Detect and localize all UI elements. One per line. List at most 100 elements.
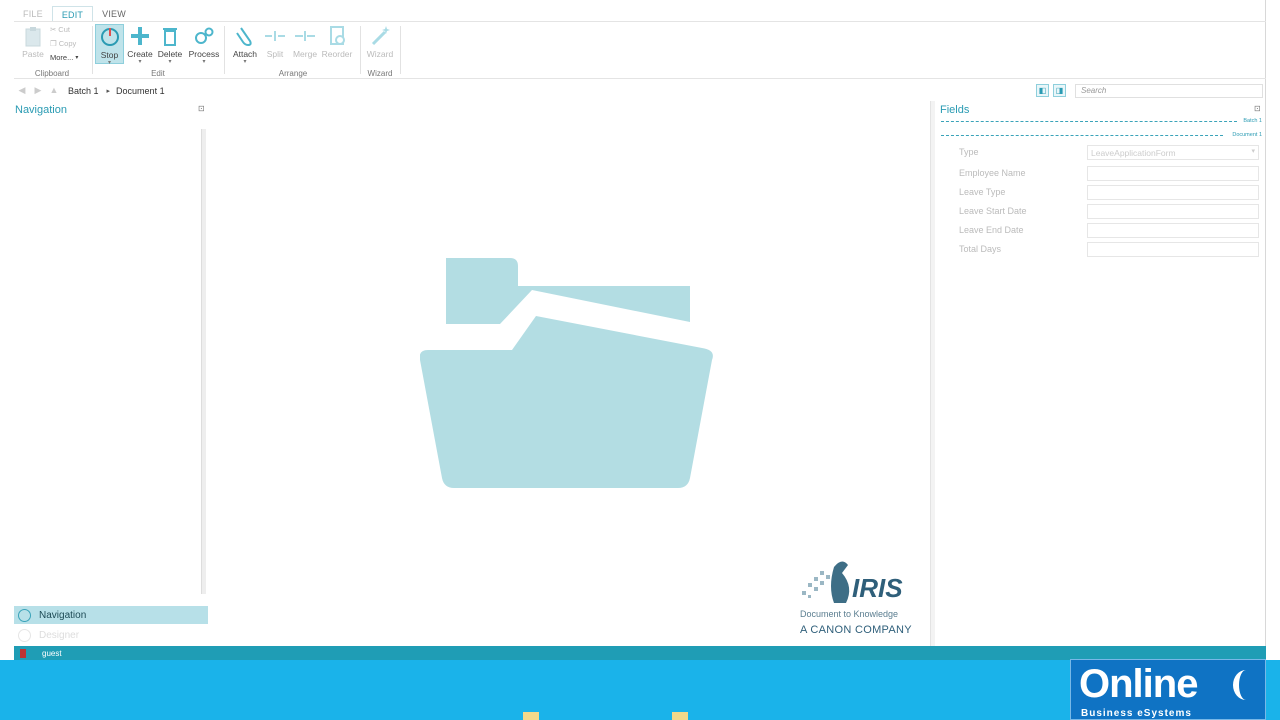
tab-edit[interactable]: EDIT	[51, 6, 94, 22]
watermark-swoosh-icon	[1233, 670, 1259, 700]
capture-app-window: FILE EDIT VIEW Paste ✂ Cut ❐ Copy More... ▾…	[14, 0, 1266, 660]
search-input[interactable]: Search	[1075, 84, 1263, 98]
group-divider	[360, 26, 361, 74]
chevron-down-icon: ▾	[202, 59, 206, 65]
watermark-subtitle: Business eSystems	[1081, 708, 1192, 719]
address-bar: ◀ ▶ ▲ Batch 1 ▸ Document 1 ◧ ◨ Search	[14, 83, 1266, 98]
pin-icon[interactable]: ⊡	[1254, 104, 1261, 113]
leave-type-field[interactable]	[1087, 185, 1259, 200]
folder-shortcut-icon[interactable]	[672, 712, 688, 720]
designer-icon	[18, 628, 31, 642]
cut-icon: ✂	[50, 25, 57, 34]
left-margin	[0, 0, 14, 660]
delete-button[interactable]: Delete ▾	[155, 24, 185, 65]
field-row-leave-start-date: Leave Start Date	[959, 204, 1264, 220]
iris-logo: IRIS Document to Knowledge A CANON COMPA…	[798, 557, 928, 643]
document-type-select[interactable]: LeaveApplicationForm ▾	[1087, 145, 1259, 160]
leave-start-date-field[interactable]	[1087, 204, 1259, 219]
employee-name-field[interactable]	[1087, 166, 1259, 181]
iris-tagline: Document to Knowledge	[800, 609, 899, 619]
create-button[interactable]: Create ▾	[125, 24, 155, 65]
process-label: Process	[188, 49, 220, 59]
chevron-right-icon: ▸	[106, 87, 111, 95]
layout-right-icon[interactable]: ◨	[1053, 84, 1066, 97]
chevron-down-icon: ▾	[75, 55, 79, 61]
clipboard-group-label: Clipboard	[34, 69, 70, 78]
gears-icon	[195, 27, 214, 44]
tab-file[interactable]: FILE	[14, 6, 52, 22]
document-type-value: LeaveApplicationForm	[1091, 148, 1176, 158]
copy-label: Copy	[58, 39, 77, 48]
layout-left-icon[interactable]: ◧	[1036, 84, 1049, 97]
field-row-leave-type: Leave Type	[959, 185, 1264, 201]
delete-label: Delete	[157, 49, 183, 59]
arrange-group-label: Arrange	[278, 69, 308, 78]
tab-view[interactable]: VIEW	[93, 6, 135, 22]
paste-icon	[25, 27, 41, 47]
trash-icon	[163, 28, 177, 46]
chevron-down-icon: ▾	[168, 59, 172, 65]
wizard-button[interactable]: Wizard	[365, 24, 395, 64]
merge-button[interactable]: Merge	[290, 24, 320, 64]
reorder-button[interactable]: Reorder	[320, 24, 354, 64]
process-button[interactable]: Process ▾	[187, 24, 221, 65]
fields-document-label[interactable]: Document 1	[1232, 132, 1262, 138]
paste-button[interactable]: Paste	[18, 24, 48, 64]
plus-icon	[131, 27, 149, 45]
pin-icon[interactable]: ⊡	[198, 104, 205, 113]
total-days-field[interactable]	[1087, 242, 1259, 257]
split-label: Split	[266, 49, 284, 59]
arrange-group: Attach ▾ Split Merge Reorder Arrange	[228, 22, 358, 80]
split-button[interactable]: Split	[260, 24, 290, 64]
forward-icon[interactable]: ▶	[30, 84, 46, 97]
nav-item-designer[interactable]: Designer	[14, 626, 208, 644]
status-user: guest	[42, 648, 62, 658]
group-divider	[224, 26, 225, 74]
edit-group: Stop ▾ Create ▾ Delete ▾ Process ▾ Edit	[94, 22, 222, 80]
up-icon[interactable]: ▲	[46, 84, 62, 97]
ribbon: Paste ✂ Cut ❐ Copy More... ▾ Clipboard Stop…	[14, 21, 1266, 79]
more-button[interactable]: More... ▾	[50, 53, 78, 62]
field-label-employee-name: Employee Name	[959, 168, 1026, 178]
reorder-label: Reorder	[321, 49, 353, 59]
field-label-total-days: Total Days	[959, 244, 1002, 254]
viewer-scrollbar[interactable]	[930, 101, 935, 646]
user-icon	[20, 648, 26, 658]
field-label-leave-type: Leave Type	[959, 187, 1006, 197]
copy-icon: ❐	[50, 39, 57, 48]
cut-button[interactable]: ✂ Cut	[50, 25, 70, 34]
navigation-scrollbar[interactable]	[201, 129, 206, 594]
folder-shortcut-icon[interactable]	[523, 712, 539, 720]
breadcrumb-document[interactable]: Document 1	[116, 86, 165, 96]
nav-item-navigation-label: Navigation	[39, 609, 87, 621]
iris-company: A CANON COMPANY	[800, 624, 912, 636]
merge-label: Merge	[292, 49, 318, 59]
nav-item-navigation[interactable]: Navigation	[14, 606, 208, 624]
paste-label: Paste	[22, 49, 44, 59]
status-bar: guest	[14, 646, 1266, 660]
group-divider	[400, 26, 401, 74]
back-icon[interactable]: ◀	[14, 84, 30, 97]
navigation-panel-title: Navigation	[15, 104, 67, 116]
more-label: More...	[50, 53, 74, 62]
fields-panel-title: Fields	[940, 104, 970, 116]
field-row-leave-end-date: Leave End Date	[959, 223, 1264, 239]
folder-icon	[420, 258, 713, 488]
field-row-total-days: Total Days	[959, 242, 1264, 258]
create-label: Create	[127, 49, 153, 59]
stop-button[interactable]: Stop ▾	[95, 24, 124, 66]
reorder-icon	[330, 26, 345, 45]
edit-group-label: Edit	[151, 69, 165, 78]
fields-batch-label[interactable]: Batch 1	[1243, 118, 1262, 124]
chevron-down-icon: ▾	[243, 59, 247, 65]
copy-button[interactable]: ❐ Copy	[50, 39, 76, 48]
attach-button[interactable]: Attach ▾	[230, 24, 260, 65]
wizard-label: Wizard	[366, 49, 394, 59]
breadcrumb-batch[interactable]: Batch 1	[68, 86, 99, 96]
wizard-group: Wizard Wizard	[362, 22, 398, 80]
online-watermark: Online Business eSystems	[1070, 659, 1266, 720]
field-label-leave-start-date: Leave Start Date	[959, 206, 1027, 216]
right-margin	[1266, 0, 1280, 660]
chevron-down-icon: ▾	[138, 59, 142, 65]
leave-end-date-field[interactable]	[1087, 223, 1259, 238]
